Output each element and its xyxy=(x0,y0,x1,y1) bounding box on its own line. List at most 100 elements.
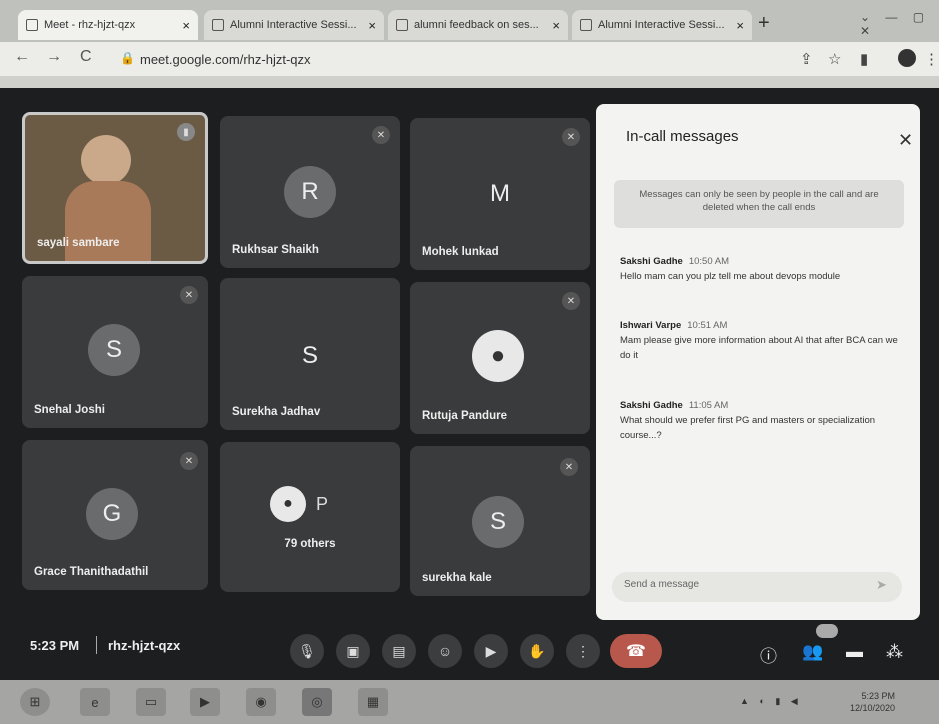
window-controls[interactable]: ⌄ — ▢ ✕ xyxy=(860,10,939,38)
more-menu-icon[interactable]: ⋮ xyxy=(924,50,939,68)
document-icon[interactable]: ▦ xyxy=(358,688,388,716)
chrome-icon[interactable]: ◎ xyxy=(302,688,332,716)
tab-meet[interactable]: Meet - rhz-hjzt-qzx × xyxy=(18,10,198,40)
avatar-initial: P xyxy=(316,494,329,514)
chat-message: Sakshi Gadhe 11:05 AM What should we pref… xyxy=(620,398,905,443)
meet-favicon-icon xyxy=(26,19,38,31)
participant-name: Rutuja Pandure xyxy=(422,410,507,422)
media-player-icon[interactable]: ▶ xyxy=(190,688,220,716)
mic-off-icon: ✕ xyxy=(180,452,198,470)
participant-count-badge xyxy=(816,624,838,638)
people-icon[interactable]: 👥 xyxy=(802,642,823,662)
camera-button[interactable]: ▣ xyxy=(336,634,370,668)
close-tab-icon[interactable]: × xyxy=(368,18,376,33)
tab-alumni-session-2[interactable]: Alumni Interactive Sessi... × xyxy=(572,10,752,40)
person-video-body xyxy=(65,181,151,261)
start-button[interactable]: ⊞ xyxy=(20,688,50,716)
participant-name: Mohek lunkad xyxy=(422,246,499,258)
send-message-placeholder: Send a message xyxy=(624,579,700,590)
system-time: 5:23 PM xyxy=(861,691,896,701)
chat-message: Sakshi Gadhe 10:50 AM Hello mam can you p… xyxy=(620,254,905,284)
audio-active-icon: ▮ xyxy=(177,123,195,141)
avatar: S xyxy=(284,330,336,382)
emoji-reactions-button[interactable]: ☺ xyxy=(428,634,462,668)
doc-favicon-icon xyxy=(580,19,592,31)
share-icon[interactable]: ⇪ xyxy=(800,50,813,68)
app-icon[interactable]: ◉ xyxy=(246,688,276,716)
meeting-code: rhz-hjzt-qzx xyxy=(108,638,181,653)
internet-explorer-icon[interactable]: e xyxy=(80,688,110,716)
lock-icon[interactable]: 🔒 xyxy=(120,51,135,65)
participant-name: Grace Thanithadathil xyxy=(34,566,149,578)
mic-off-icon: ✕ xyxy=(560,458,578,476)
close-tab-icon[interactable]: × xyxy=(552,18,560,33)
tab-title: Meet - rhz-hjzt-qzx xyxy=(44,19,136,31)
back-button[interactable]: ← xyxy=(14,48,30,66)
mail-favicon-icon xyxy=(396,19,408,31)
system-clock[interactable]: 5:23 PM 12/10/2020 xyxy=(850,690,895,714)
bookmark-star-icon[interactable]: ☆ xyxy=(828,50,841,68)
present-screen-button[interactable]: ▶ xyxy=(474,634,508,668)
participant-tile[interactable]: ✕ G Grace Thanithadathil xyxy=(22,440,208,590)
tab-title: Alumni Interactive Sessi... xyxy=(230,19,357,31)
mic-off-icon: ✕ xyxy=(562,128,580,146)
participant-tile-others[interactable]: ● P 79 others xyxy=(220,442,400,592)
profile-avatar[interactable] xyxy=(898,49,916,67)
tab-alumni-session-1[interactable]: Alumni Interactive Sessi... × xyxy=(204,10,384,40)
new-tab-button[interactable]: + xyxy=(758,12,770,35)
system-date: 12/10/2020 xyxy=(850,703,896,713)
system-tray-icons[interactable]: ▲ ◐ ▮ ◀ xyxy=(740,696,802,707)
tab-title: Alumni Interactive Sessi... xyxy=(598,19,725,31)
url-field[interactable]: meet.google.com/rhz-hjzt-qzx xyxy=(140,52,311,67)
participant-tile[interactable]: ✕ R Rukhsar Shaikh xyxy=(220,116,400,268)
participant-name: Snehal Joshi xyxy=(34,404,105,416)
avatar: M xyxy=(474,168,526,220)
meeting-details-icon[interactable]: ⓘ xyxy=(760,642,777,667)
tab-alumni-feedback[interactable]: alumni feedback on ses... × xyxy=(388,10,568,40)
meeting-time: 5:23 PM xyxy=(30,638,80,653)
close-tab-icon[interactable]: × xyxy=(736,18,744,33)
avatar: G xyxy=(86,488,138,540)
close-icon[interactable]: ✕ xyxy=(898,130,913,151)
mic-off-icon: ✕ xyxy=(372,126,390,144)
panel-title: In-call messages xyxy=(626,128,739,145)
chat-icon[interactable]: ▬ xyxy=(846,642,863,662)
message-text: Hello mam can you plz tell me about devo… xyxy=(620,271,841,282)
leave-call-button[interactable]: ☎ xyxy=(610,634,662,668)
forward-button[interactable]: → xyxy=(46,48,62,66)
participant-name: Surekha Jadhav xyxy=(232,406,321,418)
message-sender: Sakshi Gadhe xyxy=(620,400,683,411)
participant-name: surekha kale xyxy=(422,572,492,584)
others-count: 79 others xyxy=(284,538,336,550)
participant-tile[interactable]: ✕ M Mohek lunkad xyxy=(410,118,590,270)
raise-hand-button[interactable]: ✋ xyxy=(520,634,554,668)
profile-photo-avatar: ● xyxy=(270,486,306,522)
more-options-button[interactable]: ⋮ xyxy=(566,634,600,668)
person-video-head xyxy=(81,135,131,185)
close-tab-icon[interactable]: × xyxy=(182,18,190,33)
file-explorer-icon[interactable]: ▭ xyxy=(136,688,166,716)
participant-tile[interactable]: ✕ S Snehal Joshi xyxy=(22,276,208,428)
mic-button[interactable]: 🎙 xyxy=(290,634,324,668)
message-time: 10:51 AM xyxy=(687,320,728,331)
participant-tile-self[interactable]: ▮ sayali sambare xyxy=(22,112,208,264)
chat-message: Ishwari Varpe 10:51 AM Mam please give mo… xyxy=(620,318,905,363)
participant-tile[interactable]: ✕ ● Rutuja Pandure xyxy=(410,282,590,434)
participant-tile[interactable]: S Surekha Jadhav xyxy=(220,278,400,430)
profile-photo-avatar: ● xyxy=(472,330,524,382)
message-text: Mam please give more information about A… xyxy=(620,335,898,361)
reload-button[interactable]: C xyxy=(80,48,92,66)
divider xyxy=(96,636,97,654)
captions-button[interactable]: ▤ xyxy=(382,634,416,668)
send-icon[interactable]: ➤ xyxy=(876,577,887,593)
participant-tile[interactable]: ✕ S surekha kale xyxy=(410,446,590,596)
participant-name: Rukhsar Shaikh xyxy=(232,244,319,256)
message-text: What should we prefer first PG and maste… xyxy=(620,415,876,441)
activities-icon[interactable]: ⁂ xyxy=(886,642,903,662)
mic-off-icon: ✕ xyxy=(562,292,580,310)
message-sender: Ishwari Varpe xyxy=(620,320,682,331)
message-time: 11:05 AM xyxy=(688,400,729,411)
avatar: S xyxy=(472,496,524,548)
reading-list-icon[interactable]: ▮ xyxy=(860,50,868,68)
chat-notice: Messages can only be seen by people in t… xyxy=(614,180,904,228)
